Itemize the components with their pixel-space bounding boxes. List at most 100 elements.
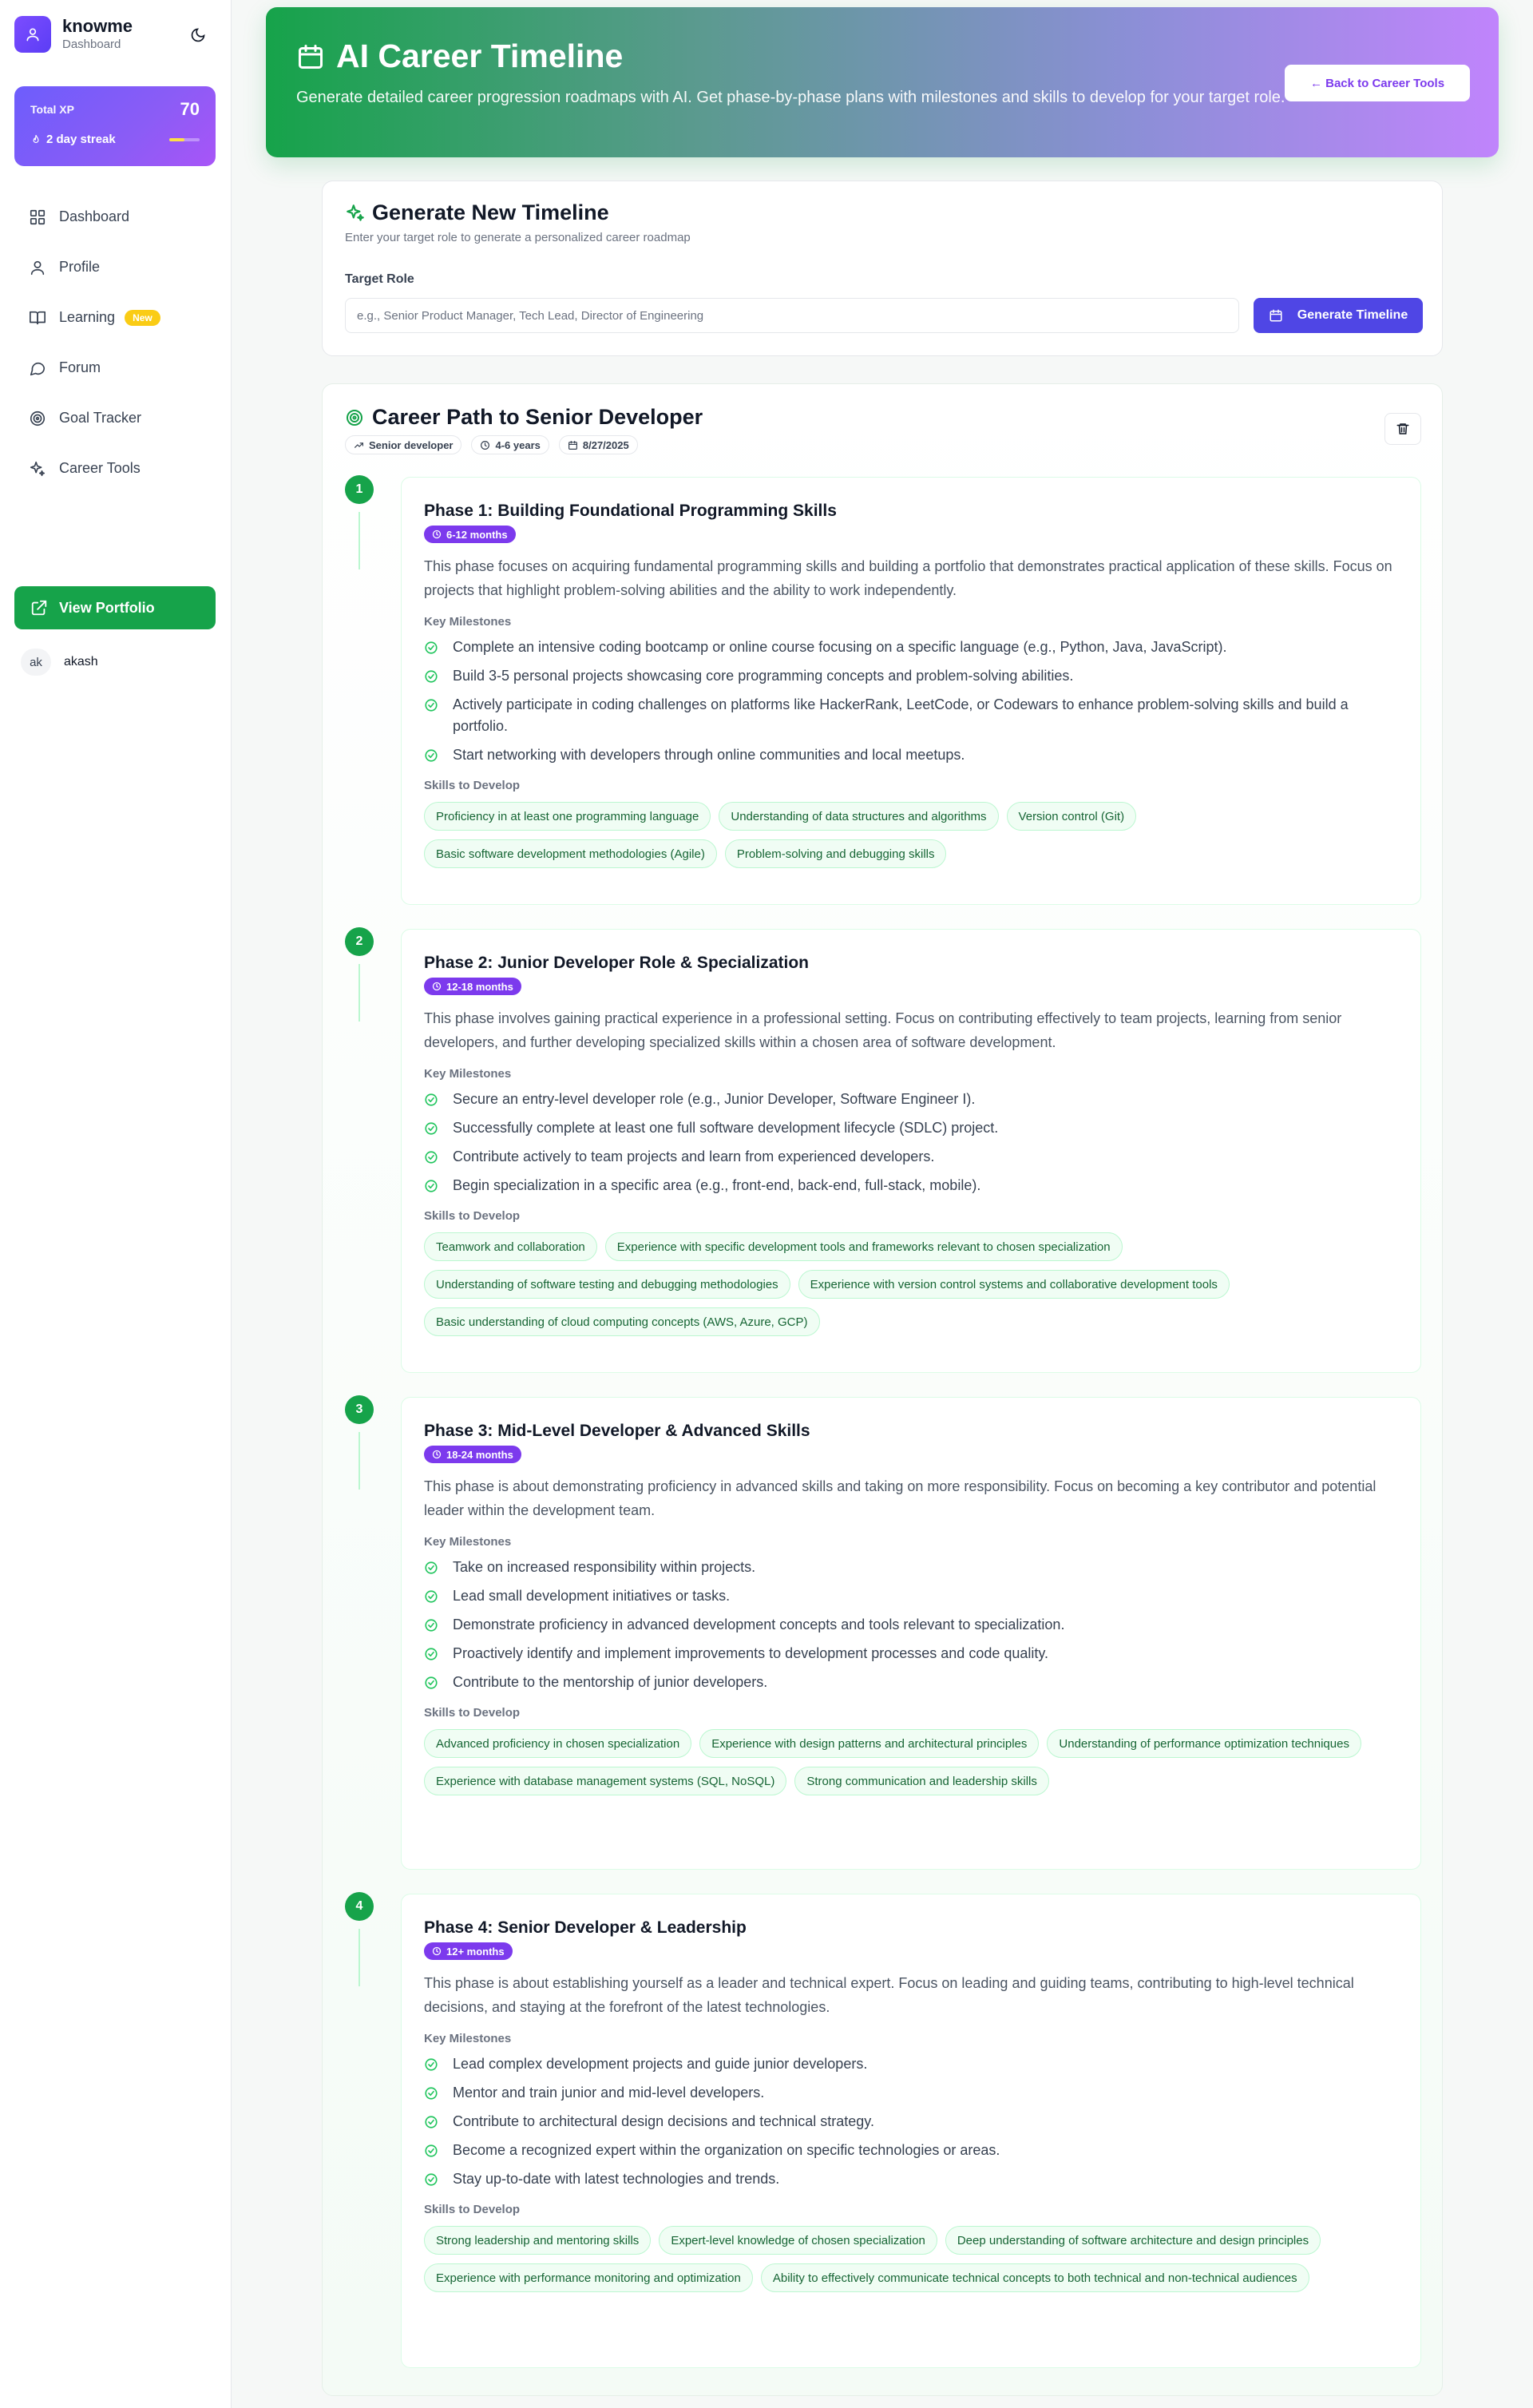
date-chip: 8/27/2025 (558, 435, 638, 454)
moon-icon[interactable] (190, 27, 208, 45)
chat-icon (30, 362, 46, 375)
flame-icon (33, 134, 39, 143)
timeline-connector (358, 1432, 360, 1490)
milestone-text: Become a recognized expert within the or… (453, 2142, 1000, 2158)
skill-chip: Experience with specific development too… (604, 1232, 1123, 1261)
clock-icon (432, 1450, 442, 1459)
external-link-icon (31, 600, 47, 616)
milestone-item: Proactively identify and implement impro… (424, 1643, 1398, 1664)
clock-icon (432, 530, 442, 539)
sidebar-item-label: Career Tools (59, 460, 141, 476)
generate-title: Generate New Timeline (345, 200, 609, 225)
view-portfolio-button[interactable]: View Portfolio (14, 586, 216, 629)
milestone-item: Stay up-to-date with latest technologies… (424, 2168, 1398, 2190)
check-circle-icon (425, 1648, 438, 1660)
milestone-text: Contribute to the mentorship of junior d… (453, 1674, 768, 1690)
check-circle-icon (425, 699, 438, 712)
xp-card: Total XP 70 2 day streak (14, 86, 216, 166)
milestone-text: Complete an intensive coding bootcamp or… (453, 639, 1227, 655)
timeline-connector (358, 964, 360, 1022)
skill-chip: Proficiency in at least one programming … (424, 802, 711, 831)
user-profile[interactable]: ak akash (21, 649, 98, 676)
milestone-item: Contribute to the mentorship of junior d… (424, 1672, 1398, 1693)
sidebar-item-dashboard[interactable]: Dashboard (14, 192, 216, 242)
brand[interactable]: knowme Dashboard (14, 16, 133, 53)
sidebar-item-forum[interactable]: Forum (14, 343, 216, 393)
milestone-text: Contribute to architectural design decis… (453, 2113, 874, 2129)
milestone-item: Demonstrate proficiency in advanced deve… (424, 1614, 1398, 1636)
check-circle-icon (425, 1151, 438, 1164)
check-circle-icon (425, 2144, 438, 2157)
sidebar-item-label: Dashboard (59, 208, 130, 224)
phase-description: This phase involves gaining practical ex… (424, 1010, 1342, 1050)
phase-number: 4 (345, 1892, 374, 1921)
generate-timeline-button[interactable]: Generate Timeline (1254, 298, 1423, 333)
skill-chip: Strong communication and leadership skil… (794, 1767, 1049, 1795)
date-chip-text: 8/27/2025 (582, 438, 629, 451)
phase-description: This phase is about establishing yoursel… (424, 1975, 1354, 2015)
sidebar-item-goal-tracker[interactable]: Goal Tracker (14, 393, 216, 443)
phase-description: This phase focuses on acquiring fundamen… (424, 558, 1392, 598)
skill-list: Proficiency in at least one programming … (424, 802, 1398, 877)
phase-card: Phase 3: Mid-Level Developer & Advanced … (401, 1397, 1421, 1870)
role-chip: Senior developer (345, 435, 462, 454)
delete-timeline-button[interactable] (1384, 413, 1421, 445)
skill-chip: Experience with database management syst… (424, 1767, 787, 1795)
sidebar-item-label: Profile (59, 259, 101, 275)
role-chip-text: Senior developer (369, 438, 454, 451)
target-role-input[interactable] (345, 298, 1239, 333)
skill-chip: Ability to effectively communicate techn… (760, 2263, 1309, 2292)
milestone-item: Complete an intensive coding bootcamp or… (424, 637, 1398, 658)
back-to-career-tools-button[interactable]: ← Back to Career Tools (1285, 65, 1470, 101)
xp-value: 70 (180, 99, 200, 119)
milestone-list: Complete an intensive coding bootcamp or… (424, 637, 1398, 766)
phase-card: Phase 1: Building Foundational Programmi… (401, 477, 1421, 905)
sidebar-item-label: Goal Tracker (59, 410, 142, 426)
user-name: akash (64, 655, 98, 668)
milestone-text: Lead complex development projects and gu… (453, 2056, 868, 2072)
sidebar-item-learning[interactable]: Learning New (14, 292, 216, 343)
milestone-text: Proactively identify and implement impro… (453, 1645, 1049, 1661)
skill-list: Teamwork and collaboration Experience wit… (424, 1232, 1398, 1345)
generate-subtitle: Enter your target role to generate a per… (345, 231, 691, 244)
duration-badge: 18-24 months (424, 1446, 521, 1463)
skill-chip: Basic understanding of cloud computing c… (424, 1307, 820, 1336)
skill-chip: Version control (Git) (1006, 802, 1137, 831)
milestone-item: Become a recognized expert within the or… (424, 2140, 1398, 2161)
phase-title: Phase 1: Building Foundational Programmi… (424, 502, 837, 520)
sidebar-item-career-tools[interactable]: Career Tools (14, 443, 216, 494)
milestone-text: Lead small development initiatives or ta… (453, 1588, 731, 1604)
sparkles-icon (30, 461, 46, 476)
skills-label: Skills to Develop (424, 2203, 521, 2216)
skill-chip: Understanding of software testing and de… (424, 1270, 790, 1299)
milestone-item: Build 3-5 personal projects showcasing c… (424, 665, 1398, 687)
phase-number: 1 (345, 475, 374, 504)
calendar-icon (1270, 309, 1282, 322)
check-circle-icon (425, 670, 438, 683)
sidebar-item-label: Learning (59, 309, 116, 325)
clock-icon (432, 982, 442, 991)
milestone-item: Contribute to architectural design decis… (424, 2111, 1398, 2132)
milestone-text: Secure an entry-level developer role (e.… (453, 1091, 976, 1107)
milestone-text: Start networking with developers through… (453, 747, 965, 763)
sidebar-item-profile[interactable]: Profile (14, 242, 216, 292)
milestone-item: Contribute actively to team projects and… (424, 1146, 1398, 1168)
duration-badge: 12+ months (424, 1942, 513, 1960)
target-icon (347, 409, 362, 426)
years-chip-text: 4-6 years (495, 438, 541, 451)
skills-label: Skills to Develop (424, 1706, 521, 1720)
duration-text: 12-18 months (446, 980, 513, 993)
career-path-meta: Senior developer 4-6 years 8/27/2025 (345, 435, 648, 454)
skill-chip: Advanced proficiency in chosen specializ… (424, 1729, 692, 1758)
check-circle-icon (425, 641, 438, 654)
generate-timeline-card: Generate New Timeline Enter your target … (322, 181, 1443, 356)
skill-chip: Problem-solving and debugging skills (724, 839, 947, 868)
duration-text: 6-12 months (446, 528, 508, 541)
skill-chip: Experience with performance monitoring a… (424, 2263, 753, 2292)
check-circle-icon (425, 1619, 438, 1632)
streak-progress (169, 137, 200, 141)
phase-title: Phase 4: Senior Developer & Leadership (424, 1918, 747, 1937)
duration-badge: 12-18 months (424, 978, 521, 995)
duration-text: 12+ months (446, 1945, 505, 1958)
milestone-item: Lead complex development projects and gu… (424, 2053, 1398, 2075)
